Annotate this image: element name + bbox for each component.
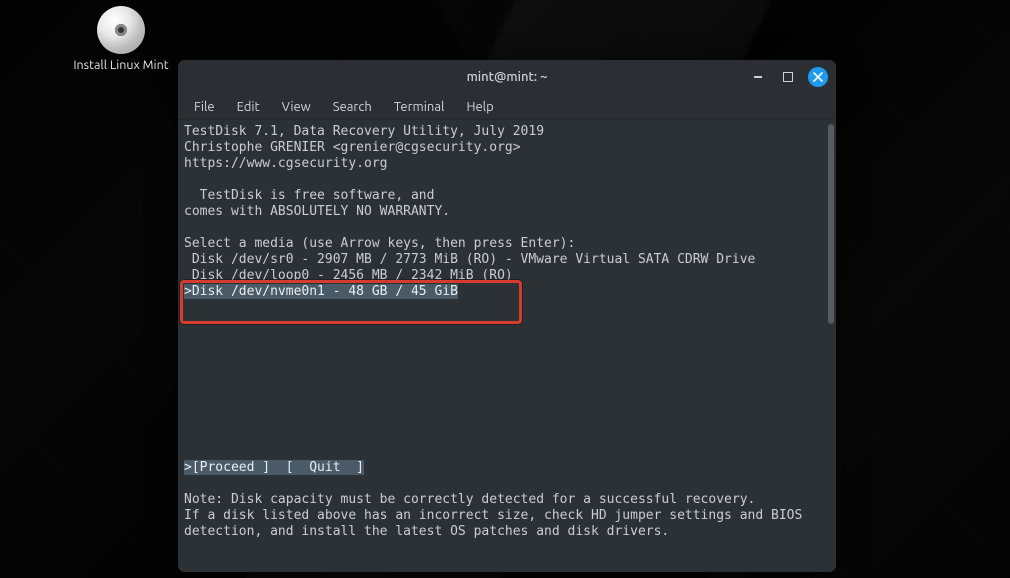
disc-icon <box>97 6 145 54</box>
terminal-scrollbar[interactable] <box>828 124 834 324</box>
testdisk-notice-0: TestDisk is free software, and <box>184 188 434 203</box>
terminal-window: mint@mint: ~ File Edit View Search Termi… <box>178 60 836 572</box>
testdisk-footer-2: detection, and install the latest OS pat… <box>184 524 669 539</box>
disk-row[interactable]: Disk /dev/sr0 - 2907 MB / 2773 MiB (RO) … <box>184 252 755 267</box>
disk-row[interactable]: Disk /dev/loop0 - 2456 MB / 2342 MiB (RO… <box>184 268 513 283</box>
testdisk-header-0: TestDisk 7.1, Data Recovery Utility, Jul… <box>184 124 544 139</box>
testdisk-footer-1: If a disk listed above has an incorrect … <box>184 508 802 523</box>
titlebar[interactable]: mint@mint: ~ <box>178 60 836 94</box>
testdisk-notice-1: comes with ABSOLUTELY NO WARRANTY. <box>184 204 450 219</box>
menu-search[interactable]: Search <box>323 97 382 117</box>
proceed-quit-line[interactable]: >[Proceed ] [ Quit ] <box>184 460 364 475</box>
close-button[interactable] <box>808 67 828 87</box>
maximize-button[interactable] <box>778 67 798 87</box>
menu-help[interactable]: Help <box>456 97 503 117</box>
testdisk-header-2: https://www.cgsecurity.org <box>184 156 388 171</box>
menu-edit[interactable]: Edit <box>227 97 270 117</box>
menu-file[interactable]: File <box>184 97 225 117</box>
menubar: File Edit View Search Terminal Help <box>178 94 836 120</box>
menu-view[interactable]: View <box>272 97 321 117</box>
menu-terminal[interactable]: Terminal <box>384 97 455 117</box>
testdisk-prompt: Select a media (use Arrow keys, then pre… <box>184 236 575 251</box>
terminal-content[interactable]: TestDisk 7.1, Data Recovery Utility, Jul… <box>178 120 836 572</box>
testdisk-footer-0: Note: Disk capacity must be correctly de… <box>184 492 755 507</box>
desktop-icon-label: Install Linux Mint <box>66 58 176 72</box>
window-controls <box>748 60 828 94</box>
minimize-button[interactable] <box>748 67 768 87</box>
window-title: mint@mint: ~ <box>467 70 548 84</box>
testdisk-header-1: Christophe GRENIER <grenier@cgsecurity.o… <box>184 140 521 155</box>
close-icon <box>813 72 823 82</box>
desktop-icon-install-linux-mint[interactable]: Install Linux Mint <box>66 6 176 72</box>
disk-row-selected[interactable]: >Disk /dev/nvme0n1 - 48 GB / 45 GiB <box>184 284 458 299</box>
